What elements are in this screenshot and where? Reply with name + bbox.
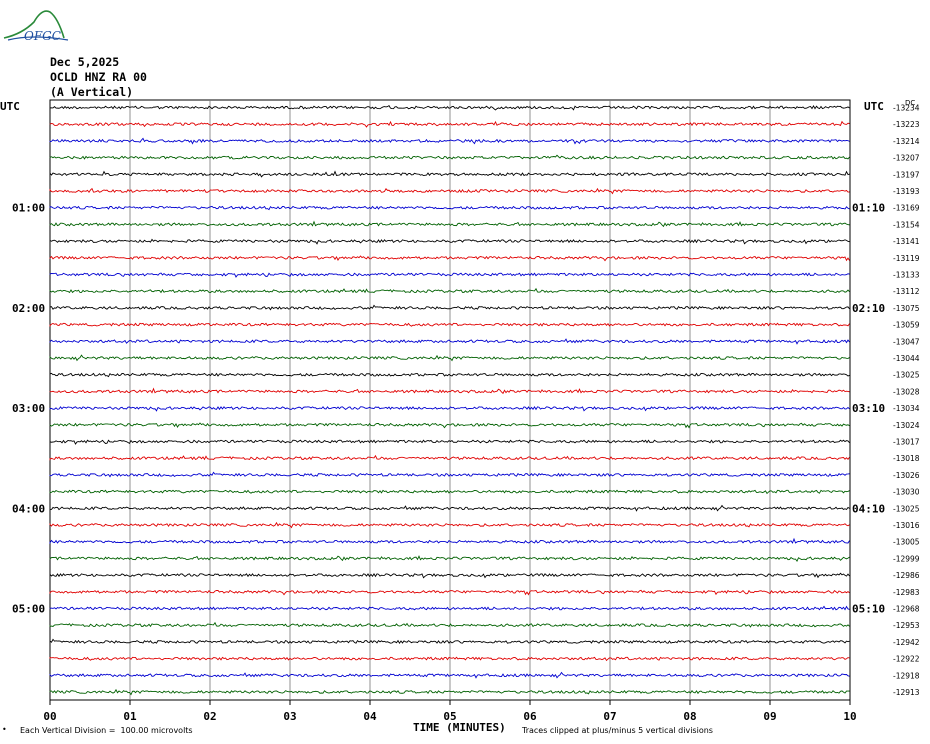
footnote-vertical-division: Each Vertical Division = 100.00 microvol… (20, 726, 193, 735)
dc-offset-label: -13044 (893, 354, 920, 363)
dc-offset-label: -13193 (893, 187, 920, 196)
dc-offset-label: -13028 (893, 387, 920, 396)
x-tick-label: 08 (683, 710, 696, 723)
dc-offset-label: -12983 (893, 588, 920, 597)
x-tick-label: 00 (43, 710, 56, 723)
dc-offset-label: -13030 (893, 488, 920, 497)
x-tick-label: 06 (523, 710, 537, 723)
dc-offset-label: -12922 (893, 655, 920, 664)
dc-offset-label: -13017 (893, 438, 920, 447)
right-hour-label: 01:10 (852, 202, 885, 215)
footnote-mark: • (2, 725, 7, 734)
x-axis-label: TIME (MINUTES) (413, 721, 506, 734)
right-hour-label: 02:10 (852, 302, 885, 315)
dc-offset-label: -13169 (893, 204, 920, 213)
left-utc-label: UTC (0, 100, 20, 113)
dc-offset-label: -13025 (893, 504, 920, 513)
dc-offset-label: -12918 (893, 671, 920, 680)
dc-offset-label: -12999 (893, 554, 920, 563)
dc-offset-label: -13025 (893, 371, 920, 380)
left-hour-label: 01:00 (12, 202, 45, 215)
left-hour-label: 04:00 (12, 502, 45, 515)
dc-offset-label: -13047 (893, 337, 920, 346)
dc-offset-label: -12986 (893, 571, 920, 580)
dc-offset-label: -13059 (893, 321, 920, 330)
dc-offset-label: -12953 (893, 621, 920, 630)
right-hour-label: 03:10 (852, 402, 885, 415)
dc-offset-label: -13026 (893, 471, 920, 480)
dc-offset-label: -13018 (893, 454, 920, 463)
left-hour-label: 02:00 (12, 302, 45, 315)
dc-offset-label: -13154 (893, 220, 920, 229)
dc-offset-label: -13112 (893, 287, 920, 296)
x-tick-label: 10 (843, 710, 856, 723)
x-tick-label: 09 (763, 710, 776, 723)
dc-offset-label: -13197 (893, 170, 920, 179)
dc-offset-label: -13133 (893, 271, 920, 280)
x-tick-label: 03 (283, 710, 296, 723)
dc-offset-label: -13034 (893, 404, 920, 413)
dc-offset-label: -13223 (893, 120, 920, 129)
dc-offset-label: -13075 (893, 304, 920, 313)
dc-offset-label: -13024 (893, 421, 920, 430)
dc-offset-label: -12942 (893, 638, 920, 647)
right-hour-label: 05:10 (852, 603, 885, 616)
right-utc-label: UTC (864, 100, 884, 113)
helicorder-plot: 00 01 02 03 04 05 06 07 08 09 10UTC UTC DC01:0002:00… (0, 99, 920, 723)
right-hour-label: 04:10 (852, 502, 885, 515)
dc-offset-label: -13234 (893, 104, 920, 113)
dc-offset-label: -13141 (893, 237, 920, 246)
dc-offset-label: -13207 (893, 154, 920, 163)
x-tick-label: 02 (203, 710, 216, 723)
left-hour-label: 03:00 (12, 402, 45, 415)
dc-offset-label: -13214 (893, 137, 920, 146)
dc-offset-label: -13119 (893, 254, 920, 263)
dc-offset-label: -13005 (893, 538, 920, 547)
dc-offset-label: -12968 (893, 605, 920, 614)
x-tick-label: 04 (363, 710, 377, 723)
x-tick-label: 07 (603, 710, 616, 723)
left-hour-label: 05:00 (12, 603, 45, 616)
x-tick-label: 01 (123, 710, 137, 723)
dc-offset-label: -12913 (893, 688, 920, 697)
footnote-clipping: Traces clipped at plus/minus 5 vertical … (522, 726, 713, 735)
dc-offset-label: -13016 (893, 521, 920, 530)
